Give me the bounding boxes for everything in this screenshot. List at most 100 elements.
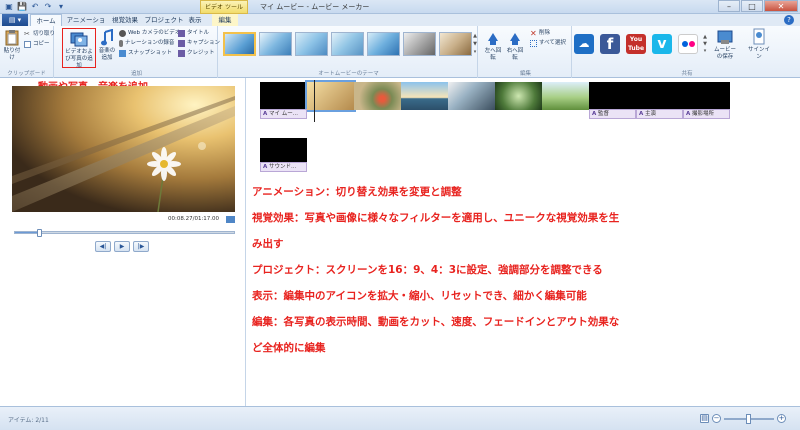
title-button[interactable]: タイトル <box>178 29 209 37</box>
caption-button[interactable]: キャプション <box>178 39 220 47</box>
select-all-button[interactable]: すべて選択 <box>530 39 566 47</box>
sign-in-label: サインイン <box>747 47 770 60</box>
record-narration-button[interactable]: ナレーションの録音 <box>119 39 174 47</box>
caption-sound[interactable]: A サウンド... <box>260 162 307 172</box>
tab-project[interactable]: プロジェクト <box>144 14 184 26</box>
clip-title-black[interactable] <box>260 82 307 110</box>
themes-scroll-arrows[interactable]: ▲ ▼ ▾ <box>472 32 478 56</box>
play-button[interactable]: ▶ <box>114 241 130 252</box>
previous-frame-button[interactable]: ◀| <box>95 241 111 252</box>
rotate-left-button[interactable]: 左へ回転 <box>484 29 502 62</box>
redo-icon[interactable]: ↷ <box>43 2 53 12</box>
theme-fade[interactable] <box>331 32 364 56</box>
minimize-button[interactable]: – <box>718 0 740 12</box>
save-icon[interactable]: 💾 <box>17 2 27 12</box>
snapshot-button[interactable]: スナップショット <box>119 49 172 57</box>
ribbon-tabs: ▤ ▾ ホーム アニメーション 視覚効果 プロジェクト 表示 編集 ? <box>0 14 800 36</box>
cut-label: 切り取り <box>33 31 56 37</box>
sign-in-button[interactable]: サインイン <box>746 28 772 61</box>
item-count: アイテム: 2/11 <box>8 417 49 424</box>
facebook-icon[interactable]: f <box>600 34 620 54</box>
flickr-icon[interactable] <box>678 34 698 54</box>
microphone-icon <box>119 39 123 47</box>
paste-button[interactable]: 貼り付け <box>3 29 21 62</box>
webcam-video-button[interactable]: Web カメラのビデオ <box>119 29 180 37</box>
clip-credits-black-3[interactable] <box>683 82 730 110</box>
zoom-in-icon[interactable]: + <box>777 414 786 423</box>
rotate-right-button[interactable]: 右へ回転 <box>506 29 524 62</box>
tab-home[interactable]: ホーム <box>30 14 62 26</box>
skydrive-icon[interactable]: ☁ <box>574 34 594 54</box>
caption-director[interactable]: A 監督 <box>589 109 636 119</box>
seek-thumb[interactable] <box>37 229 43 237</box>
add-music-button[interactable]: 音楽の追加 <box>98 29 116 62</box>
theme-sepia[interactable] <box>439 32 472 56</box>
add-music-label: 音楽の追加 <box>98 48 116 61</box>
theme-contemporary[interactable] <box>259 32 292 56</box>
add-videos-photos-button[interactable]: ビデオおよび写真の追加 <box>62 28 96 69</box>
desc-visual-effects: 視覚効果：写真や画像に様々なフィルターを適用し、ユニークな視覚効果を生 <box>252 212 620 224</box>
clip-credits-black-1[interactable] <box>589 82 636 110</box>
caption-title-text: マイ ムー... <box>269 111 299 117</box>
clip-sound-black[interactable] <box>260 138 307 162</box>
tab-visual-effects[interactable]: 視覚効果 <box>108 14 142 26</box>
cut-button[interactable]: ✂ 切り取り <box>24 30 55 38</box>
remove-button[interactable]: ✕ 削除 <box>530 29 550 37</box>
theme-cinematic[interactable] <box>295 32 328 56</box>
remove-label: 削除 <box>539 30 551 36</box>
share-more-arrows[interactable]: ▲ ▼ ▾ <box>702 34 708 54</box>
customize-qat-icon[interactable]: ▾ <box>56 2 66 12</box>
fullscreen-icon[interactable] <box>226 216 235 223</box>
close-button[interactable]: ✕ <box>764 0 798 12</box>
theme-default[interactable] <box>223 32 256 56</box>
vimeo-icon[interactable]: v <box>652 34 672 54</box>
preview-image <box>12 86 235 212</box>
webcam-video-label: Web カメラのビデオ <box>128 30 181 36</box>
maximize-button[interactable]: □ <box>741 0 763 12</box>
desc-animation: アニメーション：切り替え効果を変更と調整 <box>252 186 462 198</box>
zoom-slider-thumb[interactable] <box>746 413 751 424</box>
zoom-out-icon[interactable]: − <box>712 414 721 423</box>
next-frame-button[interactable]: |▶ <box>133 241 149 252</box>
clip-sea[interactable] <box>401 82 448 110</box>
playhead[interactable] <box>314 80 315 122</box>
theme-pan-zoom[interactable] <box>367 32 400 56</box>
save-movie-icon <box>717 30 733 44</box>
tab-view[interactable]: 表示 <box>184 14 206 26</box>
save-movie-label: ムービーの保存 <box>713 47 736 60</box>
app-icon[interactable]: ▣ <box>4 2 14 12</box>
youtube-icon[interactable]: You Tube <box>626 34 646 54</box>
caption-title[interactable]: A マイ ムー... <box>260 109 307 119</box>
clip-flower[interactable] <box>354 82 401 110</box>
storyboard-pane: A マイ ムー... A 監督 A 主演 A 撮影場所 A サウンド... アニ… <box>247 78 800 406</box>
status-bar: アイテム: 2/11 ▤ − + <box>0 406 800 430</box>
seek-bar[interactable] <box>14 229 235 237</box>
undo-icon[interactable]: ↶ <box>30 2 40 12</box>
edit-group-label: 編集 <box>519 71 531 77</box>
seek-progress <box>15 232 40 233</box>
help-icon[interactable]: ? <box>784 15 794 25</box>
caption-location[interactable]: A 撮影場所 <box>683 109 730 119</box>
select-all-icon <box>530 39 537 47</box>
caption-starring[interactable]: A 主演 <box>636 109 683 119</box>
clip-credits-black-2[interactable] <box>636 82 683 110</box>
zoom-slider[interactable] <box>724 413 774 424</box>
tab-animation[interactable]: アニメーション <box>64 14 108 36</box>
file-menu-button[interactable]: ▤ ▾ <box>2 14 28 26</box>
copy-button[interactable]: コピー <box>24 40 50 48</box>
credits-button[interactable]: クレジット <box>178 49 215 57</box>
title-bar: ▣ 💾 ↶ ↷ ▾ ビデオ ツール マイ ムービー - ムービー メーカー – … <box>0 0 800 14</box>
storyboard-view-icon[interactable]: ▤ <box>700 414 709 423</box>
save-movie-button[interactable]: ムービーの保存 <box>712 28 738 61</box>
caption-sound-text: サウンド... <box>269 164 297 170</box>
window-title: マイ ムービー - ムービー メーカー <box>260 3 370 11</box>
clip-leaves[interactable] <box>495 82 542 110</box>
share-group-label: 共有 <box>681 71 693 77</box>
desc-project: プロジェクト：スクリーンを16：9、4：3に設定、強調部分を調整できる <box>252 264 603 276</box>
clip-bottle[interactable] <box>448 82 495 110</box>
video-strip[interactable] <box>260 80 730 112</box>
tab-edit[interactable]: 編集 <box>212 14 238 26</box>
clip-field[interactable] <box>542 82 589 110</box>
theme-black-white[interactable] <box>403 32 436 56</box>
caption-starring-text: 主演 <box>645 111 657 117</box>
